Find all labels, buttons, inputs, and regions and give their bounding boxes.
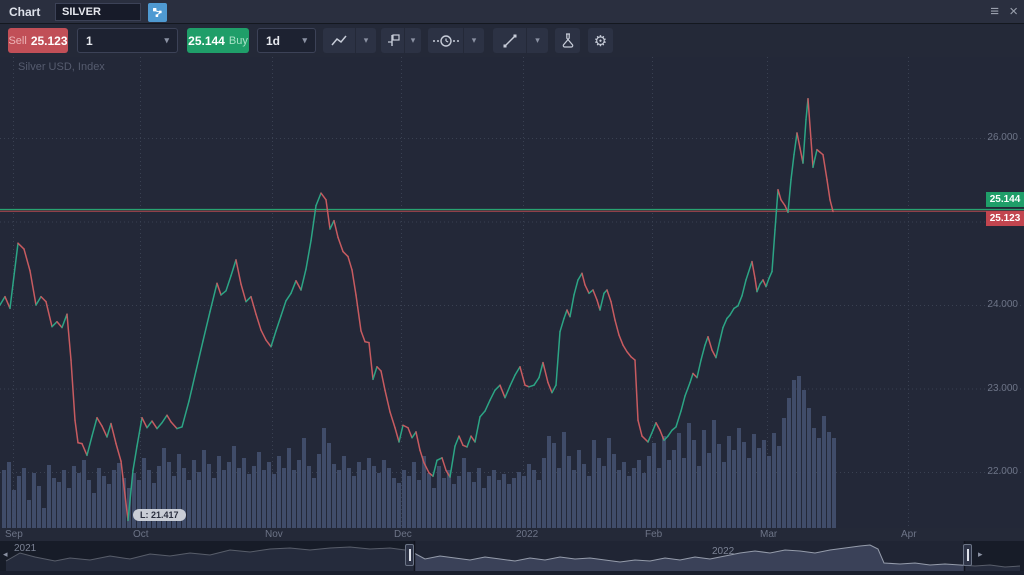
buy-label: Buy — [229, 35, 248, 47]
menu-icon[interactable]: ≡ — [990, 2, 998, 22]
range-handle-left[interactable] — [405, 544, 414, 566]
price-chart — [0, 57, 1024, 528]
chevron-down-icon: ▾ — [535, 35, 540, 46]
sell-label: Sell — [8, 35, 26, 47]
bottom-strip — [0, 571, 1024, 575]
interval-group: ▾ — [428, 28, 484, 53]
quantity-dropdown[interactable]: 1 ▾ — [77, 28, 178, 53]
chevron-down-icon: ▾ — [302, 35, 307, 46]
drawing-caret[interactable]: ▾ — [527, 28, 548, 53]
time-tick-label: 2022 — [516, 529, 538, 540]
sell-price-badge: 25.123 — [986, 211, 1024, 226]
indicators-caret[interactable]: ▾ — [405, 28, 421, 53]
timeframe-value: 1d — [266, 34, 280, 48]
settings-button[interactable]: ⚙ — [588, 28, 613, 53]
flask-icon — [561, 33, 575, 48]
price-tick-label: 24.000 — [987, 299, 1018, 310]
chevron-down-icon: ▾ — [164, 35, 169, 46]
chart-window: Chart ≡ × Sell 25.123 1 ▾ 25.144 Buy — [0, 0, 1024, 575]
quantity-value: 1 — [86, 34, 93, 48]
time-tick-label: Feb — [645, 529, 662, 540]
drawing-group: ▾ — [493, 28, 548, 53]
time-tick-label: Mar — [760, 529, 777, 540]
drawing-button[interactable] — [493, 28, 527, 53]
related-markets-button[interactable] — [148, 3, 167, 22]
chart-type-button[interactable] — [323, 28, 356, 53]
instrument-watermark: Silver USD, Index — [18, 61, 105, 73]
low-marker-badge: L: 21.417 — [133, 509, 186, 521]
chart-type-caret[interactable]: ▾ — [356, 28, 376, 53]
time-tick-label: Oct — [133, 529, 149, 540]
navigator-chart — [0, 541, 1024, 571]
price-tick-label: 26.000 — [987, 132, 1018, 143]
interval-caret[interactable]: ▾ — [464, 28, 484, 53]
timeline-scrubber[interactable]: 2021 2022 ◂ ▸ — [0, 541, 1024, 571]
scroll-left-icon[interactable]: ◂ — [3, 549, 8, 560]
timeframe-dropdown[interactable]: 1d ▾ — [257, 28, 316, 53]
sell-price: 25.123 — [31, 34, 68, 48]
linked-dots-icon — [151, 6, 164, 19]
buy-price: 25.144 — [188, 34, 225, 48]
time-tick-label: Nov — [265, 529, 283, 540]
sell-button[interactable]: Sell 25.123 — [8, 28, 68, 53]
close-icon[interactable]: × — [1009, 2, 1018, 22]
time-axis: Sep Oct Nov Dec 2022 Feb Mar Apr — [0, 528, 1024, 541]
window-title: Chart — [9, 5, 40, 19]
toolbar: Sell 25.123 1 ▾ 25.144 Buy 1d ▾ ▾ — [0, 25, 1024, 57]
chart-area[interactable]: Silver USD, Index 26.00025.00024.00023.0… — [0, 57, 1024, 528]
time-tick-label: Apr — [901, 529, 917, 540]
range-handle-right[interactable] — [963, 544, 972, 566]
indicators-button[interactable] — [381, 28, 405, 53]
buy-button[interactable]: 25.144 Buy — [187, 28, 249, 53]
interval-clock-icon — [433, 34, 459, 48]
scroll-right-icon[interactable]: ▸ — [978, 549, 983, 560]
chevron-down-icon: ▾ — [411, 35, 416, 46]
drawing-line-icon — [502, 33, 518, 49]
navigator-year-left: 2021 — [14, 543, 36, 554]
time-tick-label: Sep — [5, 529, 23, 540]
time-tick-label: Dec — [394, 529, 412, 540]
buy-price-badge: 25.144 — [986, 192, 1024, 207]
navigator-year-right: 2022 — [712, 546, 734, 557]
chart-type-icon — [330, 34, 348, 48]
price-tick-label: 23.000 — [987, 383, 1018, 394]
indicators-group: ▾ — [381, 28, 421, 53]
symbol-input[interactable] — [55, 3, 141, 21]
indicators-icon — [385, 33, 401, 49]
chevron-down-icon: ▾ — [364, 35, 369, 46]
price-tick-label: 22.000 — [987, 466, 1018, 477]
backtest-button[interactable] — [555, 28, 580, 53]
chart-type-group: ▾ — [323, 28, 376, 53]
interval-button[interactable] — [428, 28, 464, 53]
chevron-down-icon: ▾ — [472, 35, 477, 46]
title-bar: Chart ≡ × — [0, 0, 1024, 24]
gear-icon: ⚙ — [594, 32, 607, 50]
